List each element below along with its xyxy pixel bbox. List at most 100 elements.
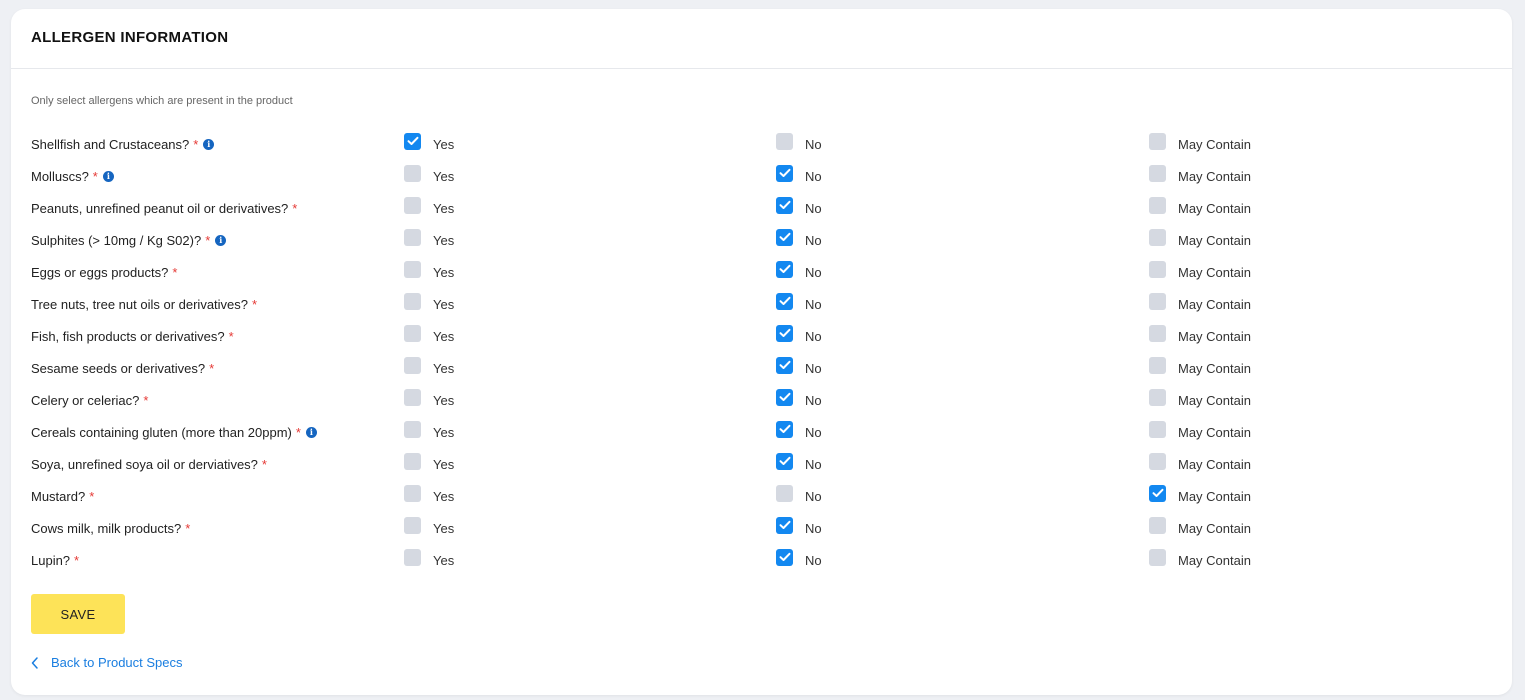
option-may[interactable]: May Contain [1149,224,1251,256]
yes-checkbox[interactable] [404,356,421,374]
may-checkbox[interactable] [1149,132,1166,150]
no-checkbox[interactable] [776,324,793,342]
yes-label: Yes [433,520,455,536]
no-checkbox[interactable] [776,420,793,438]
option-no[interactable]: No [776,352,822,384]
option-no[interactable]: No [776,192,822,224]
option-no[interactable]: No [776,160,822,192]
yes-checkbox[interactable] [404,452,421,470]
no-checkbox[interactable] [776,548,793,566]
option-no[interactable]: No [776,544,822,576]
info-icon[interactable]: i [215,234,227,246]
option-may[interactable]: May Contain [1149,288,1251,320]
may-checkbox[interactable] [1149,452,1166,470]
no-checkbox[interactable] [776,484,793,502]
may-checkbox[interactable] [1149,388,1166,406]
option-yes[interactable]: Yes [404,480,454,512]
yes-checkbox[interactable] [404,164,421,182]
info-icon[interactable]: i [305,426,317,438]
option-no[interactable]: No [776,416,822,448]
no-checkbox[interactable] [776,260,793,278]
may-checkbox[interactable] [1149,356,1166,374]
may-checkbox[interactable] [1149,484,1166,502]
option-yes[interactable]: Yes [404,416,454,448]
option-yes[interactable]: Yes [404,352,454,384]
yes-checkbox[interactable] [404,292,421,310]
may-checkbox[interactable] [1149,196,1166,214]
option-yes[interactable]: Yes [404,512,454,544]
yes-checkbox[interactable] [404,196,421,214]
option-may[interactable]: May Contain [1149,192,1251,224]
option-may[interactable]: May Contain [1149,352,1251,384]
option-may[interactable]: May Contain [1149,512,1251,544]
yes-checkbox[interactable] [404,548,421,566]
option-may[interactable]: May Contain [1149,256,1251,288]
option-yes[interactable]: Yes [404,288,454,320]
may-checkbox[interactable] [1149,548,1166,566]
option-yes[interactable]: Yes [404,128,454,160]
no-checkbox[interactable] [776,132,793,150]
option-may[interactable]: May Contain [1149,128,1251,160]
info-icon[interactable]: i [102,170,114,182]
no-checkbox[interactable] [776,196,793,214]
may-checkbox[interactable] [1149,420,1166,438]
may-checkbox[interactable] [1149,516,1166,534]
yes-checkbox[interactable] [404,260,421,278]
save-button[interactable]: SAVE [31,594,125,634]
yes-checkbox[interactable] [404,132,421,150]
option-no[interactable]: No [776,384,822,416]
option-may[interactable]: May Contain [1149,448,1251,480]
option-yes[interactable]: Yes [404,192,454,224]
no-checkbox[interactable] [776,356,793,374]
no-checkbox[interactable] [776,292,793,310]
required-asterisk: * [261,456,267,472]
option-yes[interactable]: Yes [404,160,454,192]
info-icon[interactable]: i [203,138,215,150]
may-checkbox[interactable] [1149,324,1166,342]
option-may[interactable]: May Contain [1149,384,1251,416]
option-may[interactable]: May Contain [1149,480,1251,512]
no-checkbox[interactable] [776,228,793,246]
option-may[interactable]: May Contain [1149,544,1251,576]
allergen-label: Peanuts, unrefined peanut oil or derivat… [31,200,289,216]
yes-checkbox[interactable] [404,484,421,502]
yes-label: Yes [433,264,455,280]
yes-checkbox[interactable] [404,516,421,534]
option-no[interactable]: No [776,256,822,288]
option-yes[interactable]: Yes [404,224,454,256]
option-yes[interactable]: Yes [404,384,454,416]
option-yes[interactable]: Yes [404,544,454,576]
yes-checkbox[interactable] [404,228,421,246]
no-label: No [805,456,822,472]
allergen-question: Soya, unrefined soya oil or derviatives?… [31,448,267,480]
no-checkbox[interactable] [776,516,793,534]
option-no[interactable]: No [776,224,822,256]
no-checkbox[interactable] [776,452,793,470]
no-checkbox[interactable] [776,388,793,406]
may-checkbox[interactable] [1149,228,1166,246]
option-no[interactable]: No [776,480,822,512]
allergen-row: Sulphites (> 10mg / Kg S02)? * i Yes No May C… [31,224,1491,256]
yes-checkbox[interactable] [404,324,421,342]
option-no[interactable]: No [776,128,822,160]
option-no[interactable]: No [776,512,822,544]
yes-checkbox[interactable] [404,388,421,406]
option-no[interactable]: No [776,288,822,320]
back-link[interactable]: Back to Product Specs [31,655,183,670]
no-checkbox[interactable] [776,164,793,182]
may-checkbox[interactable] [1149,292,1166,310]
option-no[interactable]: No [776,320,822,352]
option-yes[interactable]: Yes [404,448,454,480]
option-may[interactable]: May Contain [1149,320,1251,352]
option-yes[interactable]: Yes [404,320,454,352]
yes-checkbox[interactable] [404,420,421,438]
may-checkbox[interactable] [1149,260,1166,278]
option-may[interactable]: May Contain [1149,416,1251,448]
option-may[interactable]: May Contain [1149,160,1251,192]
option-yes[interactable]: Yes [404,256,454,288]
allergen-label: Sulphites (> 10mg / Kg S02)? [31,232,202,248]
no-label: No [805,328,822,344]
required-asterisk: * [252,296,258,312]
option-no[interactable]: No [776,448,822,480]
may-checkbox[interactable] [1149,164,1166,182]
